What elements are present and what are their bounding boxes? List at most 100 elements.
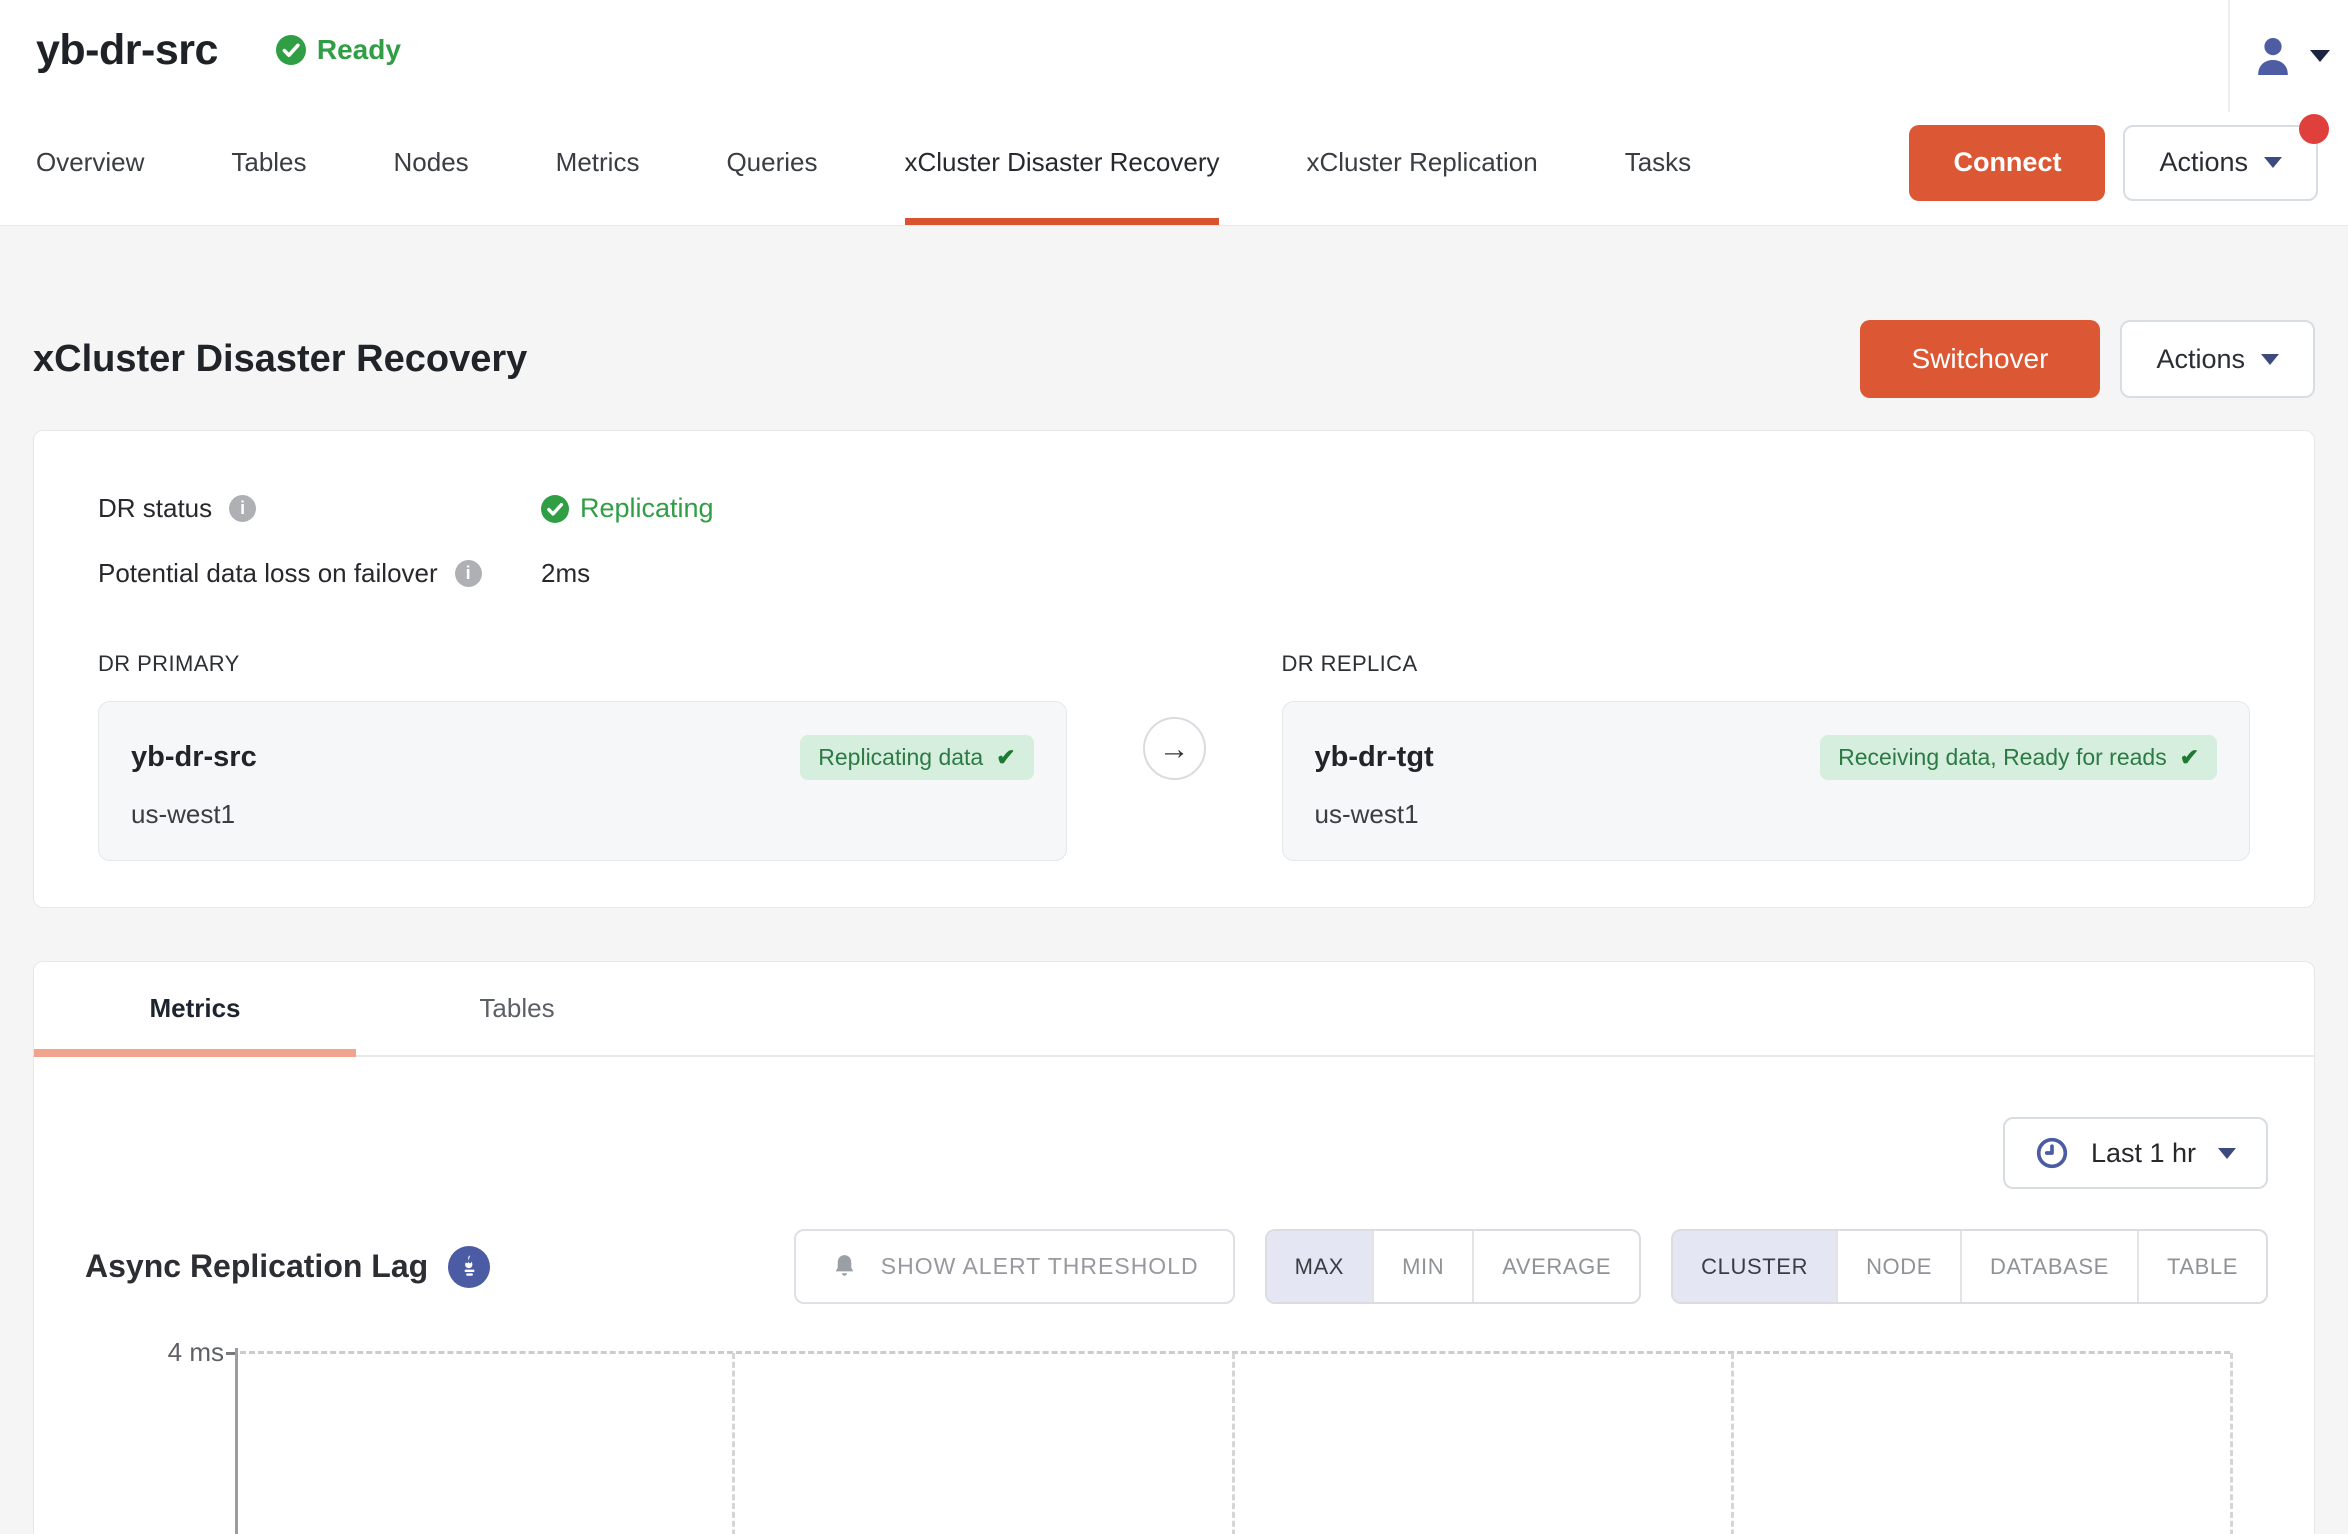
tab-tasks[interactable]: Tasks <box>1625 100 1691 225</box>
timerange-row: Last 1 hr <box>34 1057 2314 1189</box>
info-icon[interactable]: i <box>229 495 256 522</box>
page-title-buttons: Switchover Actions <box>1860 320 2315 398</box>
dr-primary-badge-text: Replicating data <box>818 744 983 771</box>
gridline-vertical <box>1731 1353 1734 1534</box>
arrow-right-icon: → <box>1143 717 1206 780</box>
y-axis-line <box>235 1348 238 1534</box>
app-window: yb-dr-src Ready Overview Tables Nodes Me… <box>0 0 2348 1534</box>
metric-title-group: Async Replication Lag <box>85 1246 490 1288</box>
dr-primary-name: yb-dr-src <box>131 741 257 774</box>
gridline-horizontal <box>240 1351 2230 1354</box>
check-circle-icon <box>276 35 306 65</box>
scope-database[interactable]: DATABASE <box>1960 1231 2137 1302</box>
dr-status-row: DR status i Replicating <box>98 493 2250 524</box>
tab-nodes[interactable]: Nodes <box>394 100 469 225</box>
universe-header: yb-dr-src Ready <box>0 0 2348 100</box>
page-title-row: xCluster Disaster Recovery Switchover Ac… <box>33 226 2315 398</box>
metric-title-text: Async Replication Lag <box>85 1248 428 1285</box>
universe-name: yb-dr-src <box>36 26 218 75</box>
dr-clusters-row: DR PRIMARY yb-dr-src Replicating data ✔ … <box>98 651 2250 861</box>
dr-primary-card-top: yb-dr-src Replicating data ✔ <box>131 735 1034 780</box>
universe-actions-button[interactable]: Actions <box>2123 125 2318 201</box>
metrics-inner-tabs: Metrics Tables <box>34 962 2314 1057</box>
y-axis-tick-label: 4 ms <box>119 1337 224 1368</box>
tab-tables[interactable]: Tables <box>231 100 306 225</box>
dr-primary-card[interactable]: yb-dr-src Replicating data ✔ us-west1 <box>98 701 1067 861</box>
show-alert-threshold-button[interactable]: SHOW ALERT THRESHOLD <box>794 1229 1235 1304</box>
gridline-vertical <box>732 1353 735 1534</box>
universe-status-badge: Ready <box>276 34 401 66</box>
chevron-down-icon <box>2261 354 2279 365</box>
chevron-down-icon <box>2310 50 2330 62</box>
replication-lag-chart: 4 ms <box>34 1304 2314 1534</box>
scope-toggle-group: CLUSTER NODE DATABASE TABLE <box>1671 1229 2268 1304</box>
dr-status-label-group: DR status i <box>98 493 541 524</box>
dr-primary-section-label: DR PRIMARY <box>98 651 1067 677</box>
switchover-button[interactable]: Switchover <box>1860 320 2101 398</box>
universe-actions-label: Actions <box>2159 147 2248 178</box>
chevron-down-icon <box>2264 157 2282 168</box>
time-range-selector[interactable]: Last 1 hr <box>2003 1117 2268 1189</box>
dr-primary-column: DR PRIMARY yb-dr-src Replicating data ✔ … <box>98 651 1067 861</box>
replication-direction: → <box>1067 717 1282 780</box>
dr-replica-column: DR REPLICA yb-dr-tgt Receiving data, Rea… <box>1282 651 2251 861</box>
tab-xcluster-disaster-recovery[interactable]: xCluster Disaster Recovery <box>905 100 1220 225</box>
universe-nav: Overview Tables Nodes Metrics Queries xC… <box>0 100 2348 226</box>
arrow-right-glyph: → <box>1159 731 1190 767</box>
dr-replica-card-top: yb-dr-tgt Receiving data, Ready for read… <box>1315 735 2218 780</box>
info-icon[interactable]: i <box>455 560 482 587</box>
notification-dot <box>2299 114 2329 144</box>
dr-replica-badge-text: Receiving data, Ready for reads <box>1838 744 2167 771</box>
dr-status-value: Replicating <box>541 493 2250 524</box>
gridline-vertical <box>2230 1353 2233 1534</box>
show-alert-threshold-label: SHOW ALERT THRESHOLD <box>881 1253 1199 1280</box>
dr-replica-card[interactable]: yb-dr-tgt Receiving data, Ready for read… <box>1282 701 2251 861</box>
tab-metrics-inner[interactable]: Metrics <box>34 962 356 1055</box>
tab-xcluster-replication[interactable]: xCluster Replication <box>1306 100 1537 225</box>
clock-icon <box>2035 1136 2069 1170</box>
dr-primary-status-badge: Replicating data ✔ <box>800 735 1033 780</box>
dr-actions-label: Actions <box>2156 344 2245 375</box>
time-range-label: Last 1 hr <box>2091 1138 2196 1169</box>
dr-replica-section-label: DR REPLICA <box>1282 651 2251 677</box>
user-menu[interactable] <box>2228 0 2348 112</box>
dr-status-value-text: Replicating <box>580 493 714 524</box>
dr-status-label: DR status <box>98 493 212 524</box>
aggregation-max[interactable]: MAX <box>1267 1231 1372 1302</box>
data-loss-label-group: Potential data loss on failover i <box>98 558 541 589</box>
dr-actions-button[interactable]: Actions <box>2120 320 2315 398</box>
tab-metrics[interactable]: Metrics <box>556 100 640 225</box>
check-circle-icon <box>541 495 569 523</box>
metric-controls: SHOW ALERT THRESHOLD MAX MIN AVERAGE CLU… <box>794 1229 2268 1304</box>
aggregation-toggle-group: MAX MIN AVERAGE <box>1265 1229 1642 1304</box>
dr-status-card: DR status i Replicating Potential data l… <box>33 430 2315 908</box>
tab-tables-inner[interactable]: Tables <box>356 962 678 1055</box>
page-title: xCluster Disaster Recovery <box>33 338 527 381</box>
metrics-card: Metrics Tables Last 1 hr Async Replicati… <box>33 961 2315 1534</box>
dr-replica-status-badge: Receiving data, Ready for reads ✔ <box>1820 735 2217 780</box>
dr-replica-region: us-west1 <box>1315 799 2218 830</box>
tab-queries[interactable]: Queries <box>726 100 817 225</box>
connect-button[interactable]: Connect <box>1909 125 2105 201</box>
universe-status-label: Ready <box>317 34 401 66</box>
data-loss-label: Potential data loss on failover <box>98 558 438 589</box>
check-icon: ✔ <box>2180 744 2199 771</box>
page-body: xCluster Disaster Recovery Switchover Ac… <box>0 226 2348 1534</box>
tab-overview[interactable]: Overview <box>36 100 144 225</box>
bell-icon <box>830 1252 859 1281</box>
scope-node[interactable]: NODE <box>1836 1231 1960 1302</box>
check-icon: ✔ <box>996 744 1015 771</box>
aggregation-min[interactable]: MIN <box>1372 1231 1472 1302</box>
nav-actions: Connect Actions <box>1909 125 2318 201</box>
dr-replica-name: yb-dr-tgt <box>1315 741 1434 774</box>
user-avatar-icon <box>2249 32 2297 80</box>
chevron-down-icon <box>2218 1148 2236 1159</box>
data-loss-value: 2ms <box>541 558 2250 589</box>
aggregation-average[interactable]: AVERAGE <box>1472 1231 1639 1302</box>
scope-table[interactable]: TABLE <box>2137 1231 2266 1302</box>
scope-cluster[interactable]: CLUSTER <box>1673 1231 1836 1302</box>
prometheus-icon[interactable] <box>448 1246 490 1288</box>
dr-primary-region: us-west1 <box>131 799 1034 830</box>
data-loss-row: Potential data loss on failover i 2ms <box>98 558 2250 589</box>
metric-header: Async Replication Lag SHO <box>34 1189 2314 1304</box>
